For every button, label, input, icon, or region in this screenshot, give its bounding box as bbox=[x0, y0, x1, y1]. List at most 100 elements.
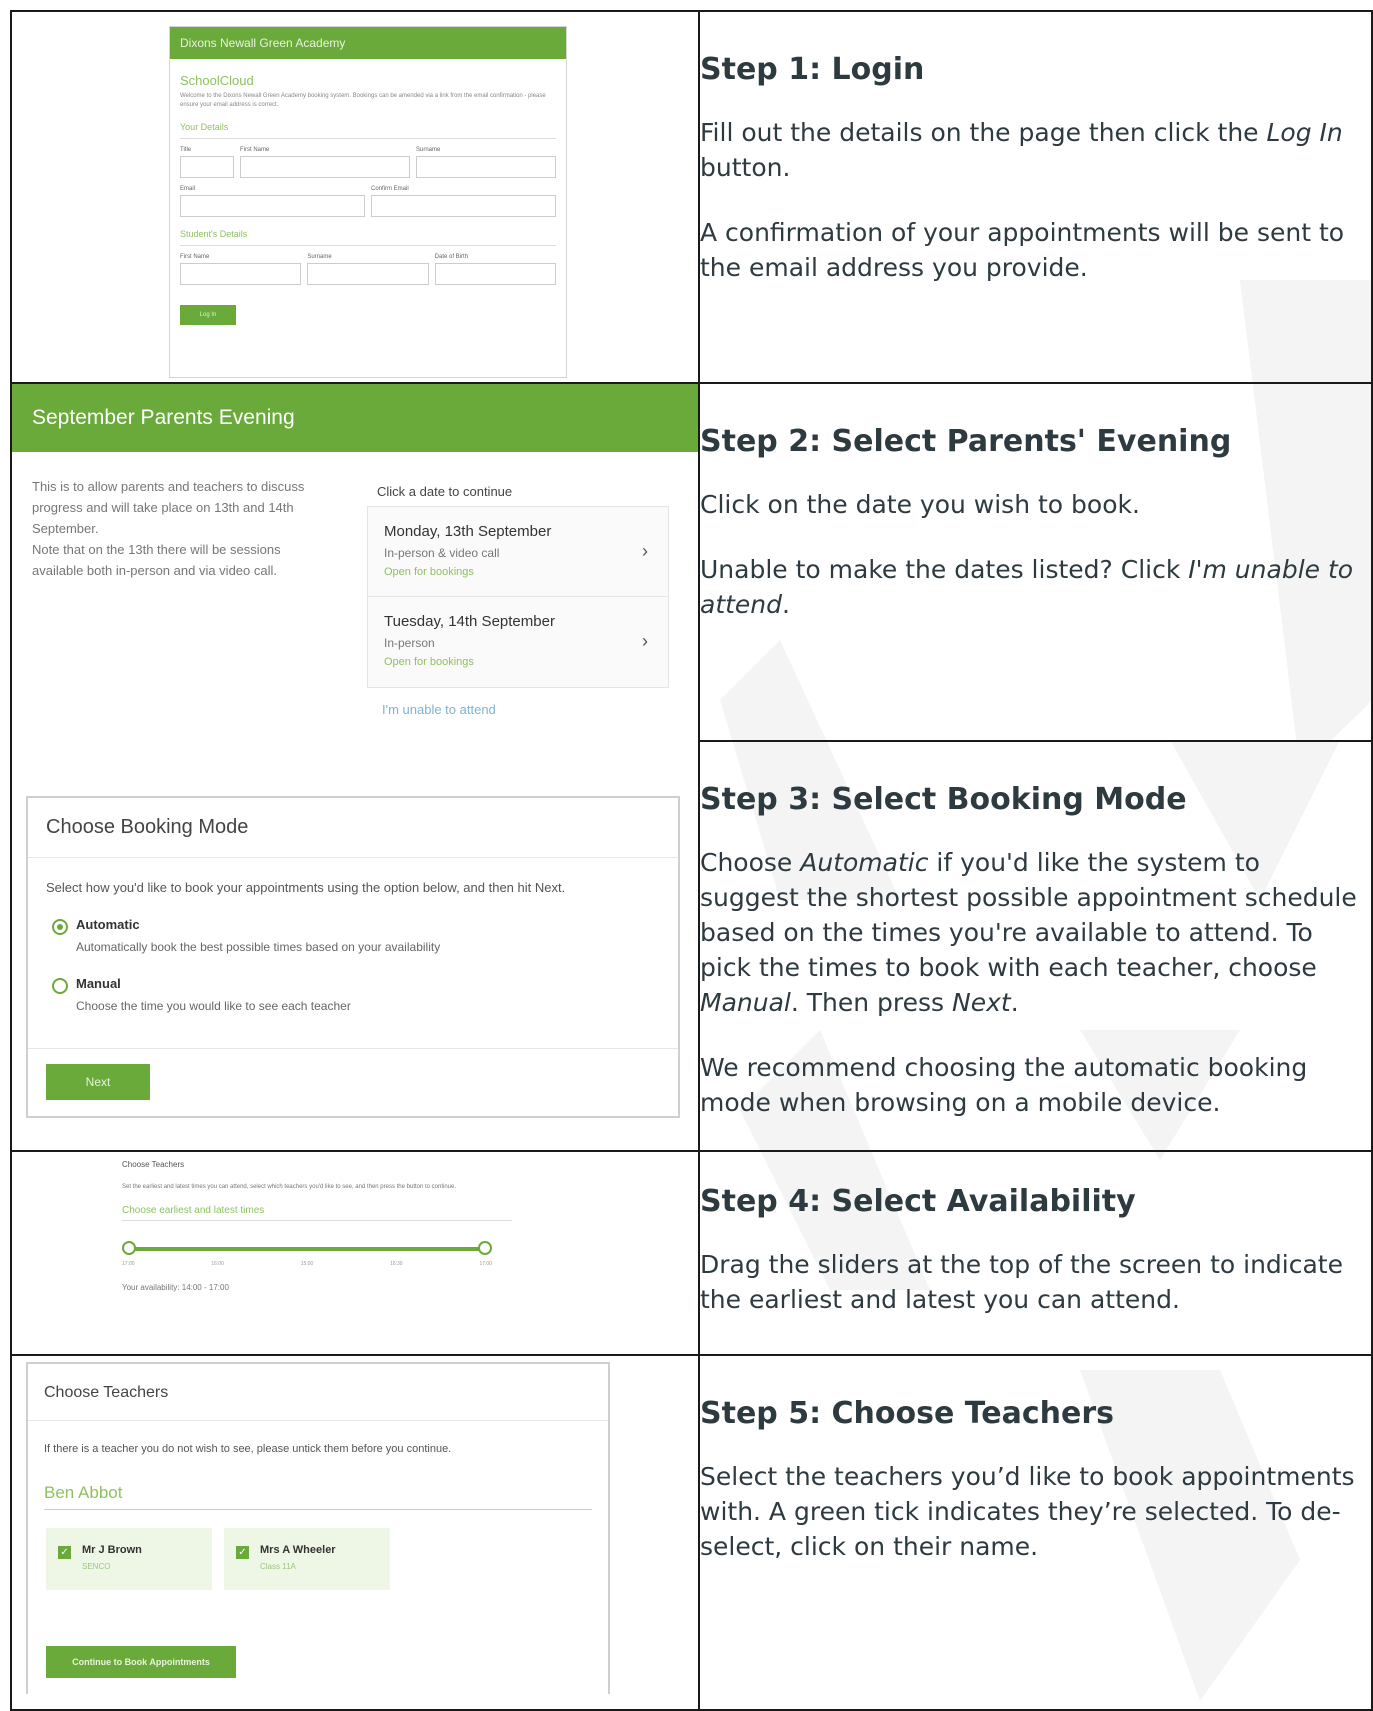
step-row-4: Choose Teachers Set the earliest and lat… bbox=[10, 1150, 1373, 1356]
step-paragraph: Fill out the details on the page then cl… bbox=[700, 118, 1343, 182]
checkbox-checked-icon[interactable]: ✓ bbox=[58, 1546, 71, 1559]
student-first-label: First Name bbox=[180, 254, 210, 260]
student-row: First Name Surname Date of Birth bbox=[180, 254, 556, 285]
date-title: Tuesday, 14th September bbox=[384, 613, 555, 630]
evening-header: September Parents Evening bbox=[12, 384, 698, 452]
booking-mode-instruction: Select how you'd like to book your appoi… bbox=[46, 880, 566, 895]
teacher-list: ✓ Mr J Brown SENCO ✓ Mrs A Wheeler Class… bbox=[46, 1528, 608, 1590]
tick-label: 16:00 bbox=[211, 1261, 224, 1267]
first-name-label: First Name bbox=[240, 147, 270, 153]
date-option-tuesday[interactable]: Tuesday, 14th September In-person Open f… bbox=[367, 596, 669, 688]
step-row-5: Choose Teachers If there is a teacher yo… bbox=[10, 1354, 1373, 1711]
step-4-body: Step 4: Select Availability Drag the slid… bbox=[700, 1152, 1371, 1317]
email-row: Email Confirm Email bbox=[180, 186, 556, 217]
divider bbox=[28, 1048, 678, 1049]
name-row: Title First Name Surname bbox=[180, 147, 556, 178]
student-surname-label: Surname bbox=[307, 254, 332, 260]
step-4-screenshot: Choose Teachers Set the earliest and lat… bbox=[10, 1150, 700, 1356]
choose-teachers-instruction: If there is a teacher you do not wish to… bbox=[44, 1443, 452, 1455]
app-name: SchoolCloud bbox=[180, 73, 254, 88]
login-button[interactable]: Log In bbox=[180, 305, 236, 325]
continue-button[interactable]: Continue to Book Appointments bbox=[46, 1646, 236, 1678]
email-field: Email bbox=[180, 186, 365, 217]
email-label: Email bbox=[180, 186, 196, 192]
evening-mock: September Parents Evening This is to all… bbox=[12, 384, 698, 742]
availability-mock: Choose Teachers Set the earliest and lat… bbox=[122, 1160, 522, 1340]
surname-field: Surname bbox=[416, 147, 556, 178]
surname-input[interactable] bbox=[416, 156, 556, 178]
step-title: Step 2: Select Parents' Evening bbox=[700, 424, 1232, 459]
unable-to-attend-link[interactable]: I'm unable to attend bbox=[382, 702, 496, 717]
option-desc: Automatically book the best possible tim… bbox=[76, 940, 441, 954]
option-label: Automatic bbox=[76, 917, 140, 932]
option-manual[interactable]: Manual Choose the time you would like to… bbox=[46, 976, 678, 1013]
radio-selected-icon[interactable] bbox=[52, 919, 68, 935]
step-title: Step 1: Login bbox=[700, 52, 925, 87]
step-3-screenshot: Choose Booking Mode Select how you'd lik… bbox=[10, 740, 700, 1152]
login-mock: Dixons Newall Green Academy SchoolCloud … bbox=[169, 26, 567, 378]
step-4-text: Step 4: Select Availability Drag the slid… bbox=[698, 1150, 1373, 1356]
chevron-right-icon: › bbox=[642, 631, 648, 651]
your-details-heading: Your Details bbox=[180, 122, 556, 139]
tick-label: 17:00 bbox=[122, 1261, 135, 1267]
choose-teachers-mock: Choose Teachers If there is a teacher yo… bbox=[26, 1362, 610, 1694]
dob-field: Date of Birth bbox=[434, 254, 556, 285]
next-button[interactable]: Next bbox=[46, 1064, 150, 1100]
checkbox-checked-icon[interactable]: ✓ bbox=[236, 1546, 249, 1559]
divider bbox=[28, 1420, 608, 1421]
step-1-screenshot: Dixons Newall Green Academy SchoolCloud … bbox=[10, 10, 700, 384]
teacher-card[interactable]: ✓ Mrs A Wheeler Class 11A bbox=[224, 1528, 390, 1590]
booking-mode-title: Choose Booking Mode bbox=[46, 816, 249, 838]
slider-start-handle[interactable] bbox=[122, 1241, 136, 1255]
student-first-field: First Name bbox=[180, 254, 302, 285]
step-1-text: Step 1: Login Fill out the details on the… bbox=[698, 10, 1373, 384]
step-2-body: Step 2: Select Parents' Evening Click on … bbox=[700, 384, 1371, 622]
step-3-text: Step 3: Select Booking Mode Choose Automa… bbox=[698, 740, 1373, 1152]
teacher-card[interactable]: ✓ Mr J Brown SENCO bbox=[46, 1528, 212, 1590]
teacher-name: Mr J Brown bbox=[82, 1544, 142, 1556]
date-status: Open for bookings bbox=[384, 566, 474, 578]
step-5-text: Step 5: Choose Teachers Select the teache… bbox=[698, 1354, 1373, 1711]
emphasis-text: Manual bbox=[700, 988, 791, 1017]
first-name-field: First Name bbox=[240, 147, 410, 178]
chevron-right-icon: › bbox=[642, 541, 648, 561]
step-paragraph: Select the teachers you’d like to book a… bbox=[700, 1462, 1355, 1561]
student-surname-input[interactable] bbox=[307, 263, 429, 285]
step-paragraph: Drag the sliders at the top of the scree… bbox=[700, 1250, 1343, 1314]
step-5-body: Step 5: Choose Teachers Select the teache… bbox=[700, 1356, 1371, 1564]
child-name: Ben Abbot bbox=[44, 1483, 592, 1510]
radio-unselected-icon[interactable] bbox=[52, 978, 68, 994]
confirm-email-label: Confirm Email bbox=[371, 186, 409, 192]
times-heading: Choose earliest and latest times bbox=[122, 1205, 512, 1221]
title-select[interactable] bbox=[180, 156, 234, 178]
slider-ticks: 17:00 16:00 15:00 16:30 17:00 bbox=[122, 1261, 492, 1267]
step-paragraph: Choose Automatic if you'd like the syste… bbox=[700, 848, 1357, 1017]
confirm-email-field: Confirm Email bbox=[371, 186, 556, 217]
first-name-input[interactable] bbox=[240, 156, 410, 178]
step-row-2: September Parents Evening This is to all… bbox=[10, 382, 1373, 742]
date-status: Open for bookings bbox=[384, 656, 474, 668]
availability-instruction: Set the earliest and latest times you ca… bbox=[122, 1184, 457, 1190]
slider-end-handle[interactable] bbox=[478, 1241, 492, 1255]
confirm-email-input[interactable] bbox=[371, 195, 556, 217]
emphasis-text: Log In bbox=[1266, 118, 1343, 147]
option-desc: Choose the time you would like to see ea… bbox=[76, 999, 351, 1013]
tick-label: 16:30 bbox=[390, 1261, 403, 1267]
step-title: Step 5: Choose Teachers bbox=[700, 1396, 1114, 1431]
surname-label: Surname bbox=[416, 147, 441, 153]
student-first-input[interactable] bbox=[180, 263, 302, 285]
evening-description: This is to allow parents and teachers to… bbox=[32, 479, 305, 578]
teacher-name: Mrs A Wheeler bbox=[260, 1544, 336, 1556]
option-automatic[interactable]: Automatic Automatically book the best po… bbox=[46, 917, 678, 954]
email-input[interactable] bbox=[180, 195, 365, 217]
step-2-text: Step 2: Select Parents' Evening Click on … bbox=[698, 382, 1373, 742]
step-paragraph: A confirmation of your appointments will… bbox=[700, 218, 1345, 282]
dob-select[interactable] bbox=[434, 263, 556, 285]
teacher-role: Class 11A bbox=[260, 1562, 296, 1571]
step-row-3: Choose Booking Mode Select how you'd lik… bbox=[10, 740, 1373, 1152]
time-range-slider[interactable] bbox=[122, 1239, 492, 1259]
date-option-monday[interactable]: Monday, 13th September In-person & video… bbox=[367, 506, 669, 598]
title-label: Title bbox=[180, 147, 192, 153]
step-title: Step 4: Select Availability bbox=[700, 1184, 1136, 1219]
school-header: Dixons Newall Green Academy bbox=[170, 27, 566, 59]
